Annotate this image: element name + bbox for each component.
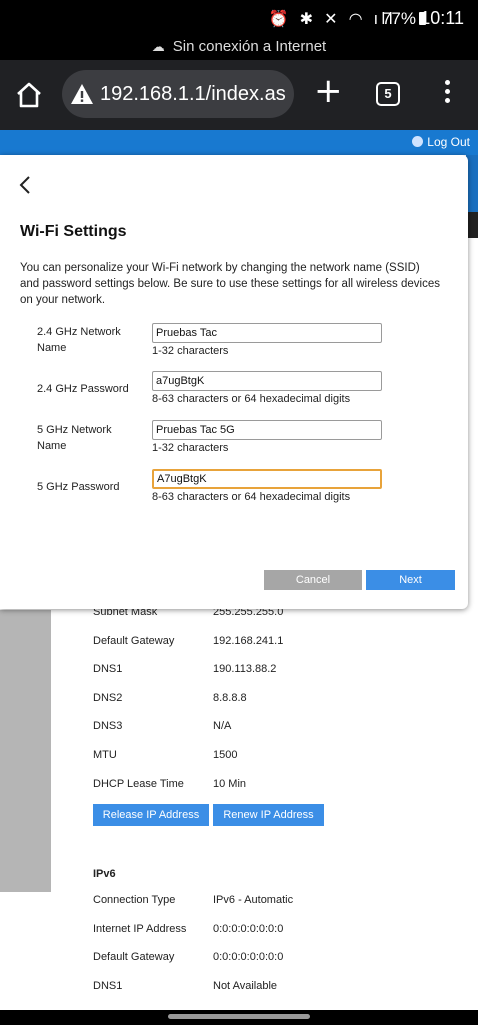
row-value: 0:0:0:0:0:0:0:0 bbox=[213, 951, 284, 964]
row-key: Default Gateway bbox=[93, 634, 175, 647]
row-key: DNS3 bbox=[93, 720, 123, 733]
warning-icon[interactable] bbox=[70, 82, 94, 106]
ssid-24-label: 2.4 GHz Network Name bbox=[37, 326, 121, 354]
row-value: 190.113.88.2 bbox=[213, 663, 277, 676]
battery-percentage: 77% bbox=[381, 9, 416, 28]
ssid-24-input[interactable] bbox=[152, 323, 382, 343]
logout-label: Log Out bbox=[427, 135, 470, 149]
row-key: DNS2 bbox=[93, 691, 123, 704]
ssid-5-hint: 1-32 characters bbox=[152, 442, 229, 454]
row-value: 0:0:0:0:0:0:0:0 bbox=[213, 922, 284, 935]
next-button[interactable]: Next bbox=[366, 570, 455, 590]
clock: 10:11 bbox=[420, 8, 464, 28]
table-row: DNS2 8.8.8.8 bbox=[93, 686, 453, 715]
row-value: IPv6 - Automatic bbox=[213, 894, 294, 906]
ipv6-status-table: Connection Type IPv6 - Automatic Internet… bbox=[93, 888, 453, 1002]
more-vert-icon bbox=[444, 80, 450, 85]
row-value: Not Available bbox=[213, 979, 278, 992]
row-key: DNS1 bbox=[93, 979, 123, 992]
ssid-24-hint: 1-32 characters bbox=[152, 345, 229, 357]
menu-button[interactable] bbox=[437, 80, 457, 110]
row-key: DNS1 bbox=[93, 663, 123, 676]
row-value: 10 Min bbox=[213, 777, 247, 790]
status-icons: ⏰ ✱ ✕ ◠ ıll bbox=[268, 9, 396, 28]
row-value: N/A bbox=[213, 720, 232, 733]
status-bar: ⏰ ✱ ✕ ◠ ıll 77% 10:11 bbox=[0, 0, 478, 34]
table-row: DNS3 N/A bbox=[93, 714, 453, 743]
row-key: MTU bbox=[93, 748, 117, 761]
browser-toolbar: 192.168.1.1/index.as + 5 bbox=[0, 60, 478, 130]
ipv4-status-table: Subnet Mask 255.255.255.0 Default Gateway… bbox=[93, 600, 453, 800]
table-row: Default Gateway 192.168.241.1 bbox=[93, 629, 453, 658]
renew-ip-button[interactable]: Renew IP Address bbox=[213, 804, 324, 826]
power-icon bbox=[412, 136, 424, 147]
password-24-hint: 8-63 characters or 64 hexadecimal digits bbox=[152, 393, 351, 405]
background-sidebar bbox=[0, 610, 51, 892]
password-5-input[interactable] bbox=[152, 469, 382, 489]
table-row: Connection Type IPv6 - Automatic bbox=[93, 888, 453, 917]
cancel-button[interactable]: Cancel bbox=[264, 570, 362, 590]
dialog-title: Wi-Fi Settings bbox=[20, 223, 127, 240]
row-key: Connection Type bbox=[93, 894, 176, 906]
table-row: DHCP Lease Time 10 Min bbox=[93, 772, 453, 801]
offline-banner: ☁ Sin conexión a Internet bbox=[0, 34, 478, 60]
tab-switcher-button[interactable]: 5 bbox=[376, 82, 400, 106]
ipv6-section-title: IPv6 bbox=[93, 868, 116, 880]
release-ip-button[interactable]: Release IP Address bbox=[93, 804, 209, 826]
new-tab-button[interactable]: + bbox=[314, 74, 343, 108]
plus-icon: + bbox=[314, 71, 343, 111]
password-24-label: 2.4 GHz Password bbox=[37, 383, 129, 395]
table-row: MTU 1500 bbox=[93, 743, 453, 772]
row-key: Default Gateway bbox=[93, 951, 175, 964]
gesture-handle[interactable] bbox=[168, 1014, 310, 1019]
row-value: 1500 bbox=[213, 748, 238, 761]
row-value: 8.8.8.8 bbox=[213, 691, 247, 704]
dialog-description: You can personalize your Wi-Fi network b… bbox=[20, 262, 440, 306]
table-row: Default Gateway 0:0:0:0:0:0:0:0 bbox=[93, 945, 453, 974]
wifi-settings-dialog: Wi-Fi Settings You can personalize your … bbox=[0, 155, 468, 609]
router-header: Log Out bbox=[0, 130, 478, 155]
system-nav-bar bbox=[0, 1010, 478, 1025]
back-button[interactable] bbox=[18, 175, 32, 195]
logout-link[interactable]: Log Out bbox=[412, 135, 470, 149]
row-key: Internet IP Address bbox=[93, 922, 187, 935]
password-24-input[interactable] bbox=[152, 371, 382, 391]
address-bar[interactable]: 192.168.1.1/index.as bbox=[62, 70, 294, 118]
row-value: 192.168.241.1 bbox=[213, 634, 284, 647]
chevron-left-icon bbox=[19, 176, 30, 194]
home-button[interactable] bbox=[14, 80, 44, 110]
cloud-off-icon: ☁ bbox=[151, 40, 165, 55]
ssid-5-label: 5 GHz Network Name bbox=[37, 424, 112, 452]
url-text: 192.168.1.1/index.as bbox=[100, 83, 286, 105]
row-key: DHCP Lease Time bbox=[93, 777, 184, 790]
table-row: DNS1 Not Available bbox=[93, 974, 453, 1003]
password-5-hint: 8-63 characters or 64 hexadecimal digits bbox=[152, 491, 351, 503]
password-5-label: 5 GHz Password bbox=[37, 481, 120, 493]
table-row: Internet IP Address 0:0:0:0:0:0:0:0 bbox=[93, 917, 453, 946]
ssid-5-input[interactable] bbox=[152, 420, 382, 440]
table-row: DNS1 190.113.88.2 bbox=[93, 657, 453, 686]
home-icon bbox=[17, 82, 41, 108]
offline-text: Sin conexión a Internet bbox=[172, 38, 327, 55]
